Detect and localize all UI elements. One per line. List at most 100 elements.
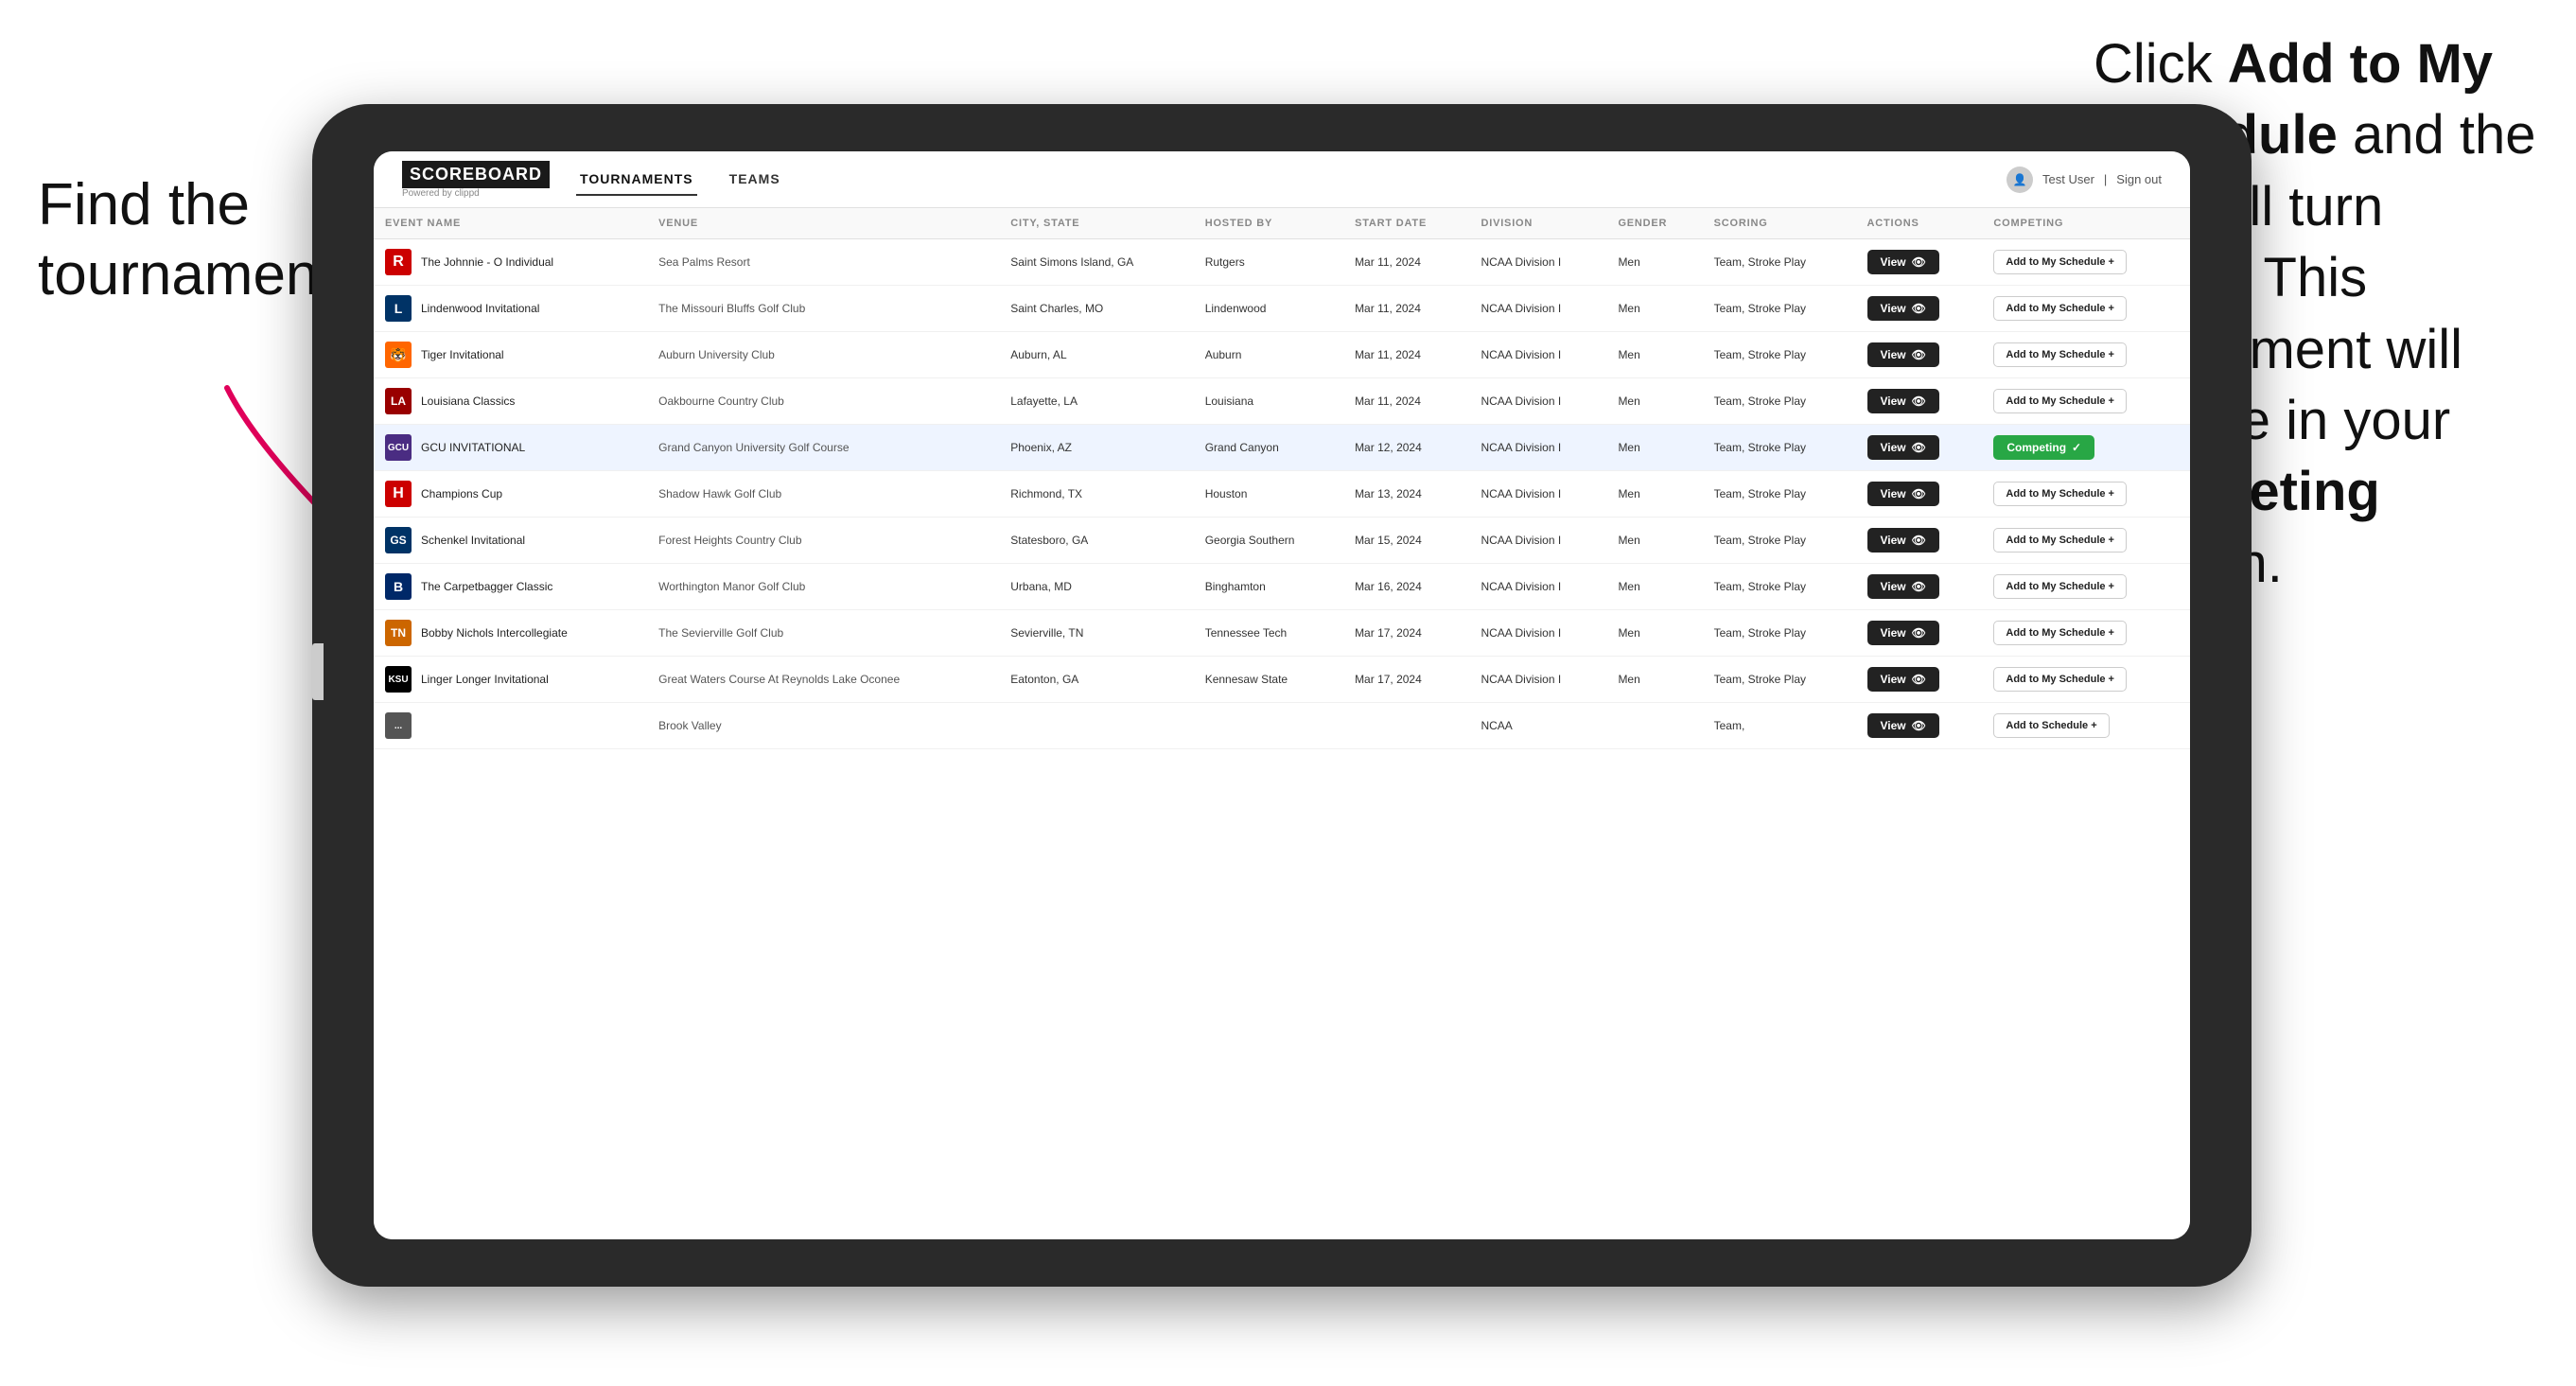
team-logo: R xyxy=(385,249,412,275)
division-cell: NCAA Division I xyxy=(1469,518,1606,564)
competing-cell: Add to My Schedule + xyxy=(1982,564,2190,610)
city-state-cell: Richmond, TX xyxy=(999,471,1193,518)
gender-cell: Men xyxy=(1606,332,1702,378)
view-button[interactable]: View 👁 xyxy=(1867,250,1939,274)
scoring-cell: Team, Stroke Play xyxy=(1703,518,1856,564)
event-name-cell: LA Louisiana Classics xyxy=(374,378,647,425)
event-name-text: Lindenwood Invitational xyxy=(421,302,539,315)
view-button[interactable]: View 👁 xyxy=(1867,389,1939,413)
eye-icon: 👁 xyxy=(1912,395,1926,408)
view-button[interactable]: View 👁 xyxy=(1867,435,1939,460)
venue-cell: The Sevierville Golf Club xyxy=(647,610,999,657)
competing-cell: Add to My Schedule + xyxy=(1982,378,2190,425)
start-date-cell: Mar 11, 2024 xyxy=(1343,332,1469,378)
tab-teams[interactable]: TEAMS xyxy=(726,164,784,196)
venue-cell: Forest Heights Country Club xyxy=(647,518,999,564)
view-button[interactable]: View 👁 xyxy=(1867,667,1939,692)
scoreboard-logo: SCOREBOARD Powered by clippd xyxy=(402,161,550,199)
view-button[interactable]: View 👁 xyxy=(1867,296,1939,321)
division-cell: NCAA Division I xyxy=(1469,471,1606,518)
col-division: DIVISION xyxy=(1469,208,1606,239)
view-label: View xyxy=(1881,580,1906,593)
eye-icon: 👁 xyxy=(1912,673,1926,686)
add-to-schedule-button[interactable]: Add to My Schedule + xyxy=(1993,482,2127,506)
gender-cell: Men xyxy=(1606,564,1702,610)
top-bar: SCOREBOARD Powered by clippd TOURNAMENTS… xyxy=(374,151,2190,208)
table-row: B The Carpetbagger Classic Worthington M… xyxy=(374,564,2190,610)
event-name-cell: R The Johnnie - O Individual xyxy=(374,239,647,286)
competing-cell: Add to My Schedule + xyxy=(1982,657,2190,703)
eye-icon: 👁 xyxy=(1912,348,1926,361)
competing-cell: Add to My Schedule + xyxy=(1982,518,2190,564)
gender-cell: Men xyxy=(1606,425,1702,471)
col-competing: COMPETING xyxy=(1982,208,2190,239)
tab-tournaments[interactable]: TOURNAMENTS xyxy=(576,164,697,196)
scoring-cell: Team, Stroke Play xyxy=(1703,425,1856,471)
actions-cell: View 👁 xyxy=(1856,471,1983,518)
event-name-text: GCU INVITATIONAL xyxy=(421,441,525,454)
add-to-schedule-button[interactable]: Add to My Schedule + xyxy=(1993,574,2127,599)
table-header-row: EVENT NAME VENUE CITY, STATE HOSTED BY S… xyxy=(374,208,2190,239)
add-to-schedule-button[interactable]: Add to My Schedule + xyxy=(1993,342,2127,367)
division-cell: NCAA Division I xyxy=(1469,286,1606,332)
view-button[interactable]: View 👁 xyxy=(1867,482,1939,506)
venue-cell: Oakbourne Country Club xyxy=(647,378,999,425)
view-button[interactable]: View 👁 xyxy=(1867,528,1939,553)
col-venue: VENUE xyxy=(647,208,999,239)
add-to-schedule-button[interactable]: Add to My Schedule + xyxy=(1993,667,2127,692)
view-button[interactable]: View 👁 xyxy=(1867,713,1939,738)
division-cell: NCAA Division I xyxy=(1469,610,1606,657)
hosted-by-cell: Georgia Southern xyxy=(1194,518,1343,564)
competing-button[interactable]: Competing ✓ xyxy=(1993,435,2094,460)
view-label: View xyxy=(1881,534,1906,547)
gender-cell xyxy=(1606,703,1702,749)
signout-link[interactable]: Sign out xyxy=(2116,172,2162,186)
table-row: KSU Linger Longer Invitational Great Wat… xyxy=(374,657,2190,703)
hosted-by-cell: Tennessee Tech xyxy=(1194,610,1343,657)
view-button[interactable]: View 👁 xyxy=(1867,574,1939,599)
col-gender: GENDER xyxy=(1606,208,1702,239)
eye-icon: 👁 xyxy=(1912,626,1926,640)
start-date-cell: Mar 16, 2024 xyxy=(1343,564,1469,610)
team-logo: ... xyxy=(385,712,412,739)
city-state-cell: Urbana, MD xyxy=(999,564,1193,610)
add-to-schedule-button[interactable]: Add to My Schedule + xyxy=(1993,389,2127,413)
checkmark-icon: ✓ xyxy=(2072,441,2081,454)
add-to-schedule-button[interactable]: Add to My Schedule + xyxy=(1993,250,2127,274)
view-label: View xyxy=(1881,487,1906,500)
actions-cell: View 👁 xyxy=(1856,378,1983,425)
logo-box: SCOREBOARD xyxy=(402,161,550,188)
add-to-schedule-button[interactable]: Add to My Schedule + xyxy=(1993,296,2127,321)
col-actions: ACTIONS xyxy=(1856,208,1983,239)
add-to-schedule-button[interactable]: Add to My Schedule + xyxy=(1993,621,2127,645)
scoring-cell: Team, Stroke Play xyxy=(1703,564,1856,610)
city-state-cell: Lafayette, LA xyxy=(999,378,1193,425)
event-name-text: Schenkel Invitational xyxy=(421,534,525,547)
team-logo: L xyxy=(385,295,412,322)
col-scoring: SCORING xyxy=(1703,208,1856,239)
city-state-cell: Statesboro, GA xyxy=(999,518,1193,564)
view-label: View xyxy=(1881,302,1906,315)
start-date-cell: Mar 11, 2024 xyxy=(1343,239,1469,286)
event-name-cell: GS Schenkel Invitational xyxy=(374,518,647,564)
team-logo: KSU xyxy=(385,666,412,693)
event-name-text: The Johnnie - O Individual xyxy=(421,255,553,269)
view-button[interactable]: View 👁 xyxy=(1867,621,1939,645)
eye-icon: 👁 xyxy=(1912,487,1926,500)
add-label: Add to My Schedule + xyxy=(2006,535,2114,546)
team-logo: H xyxy=(385,481,412,507)
venue-cell: Worthington Manor Golf Club xyxy=(647,564,999,610)
gender-cell: Men xyxy=(1606,378,1702,425)
nav-tabs: TOURNAMENTS TEAMS xyxy=(576,164,784,196)
actions-cell: View 👁 xyxy=(1856,703,1983,749)
add-to-schedule-button[interactable]: Add to My Schedule + xyxy=(1993,528,2127,553)
gender-cell: Men xyxy=(1606,286,1702,332)
col-hosted-by: HOSTED BY xyxy=(1194,208,1343,239)
city-state-cell: Auburn, AL xyxy=(999,332,1193,378)
tournaments-table: EVENT NAME VENUE CITY, STATE HOSTED BY S… xyxy=(374,208,2190,749)
separator: | xyxy=(2104,172,2107,186)
table-row: ... Brook Valley NCAA Team, View 👁 A xyxy=(374,703,2190,749)
hosted-by-cell: Auburn xyxy=(1194,332,1343,378)
view-button[interactable]: View 👁 xyxy=(1867,342,1939,367)
add-to-schedule-button[interactable]: Add to Schedule + xyxy=(1993,713,2109,738)
